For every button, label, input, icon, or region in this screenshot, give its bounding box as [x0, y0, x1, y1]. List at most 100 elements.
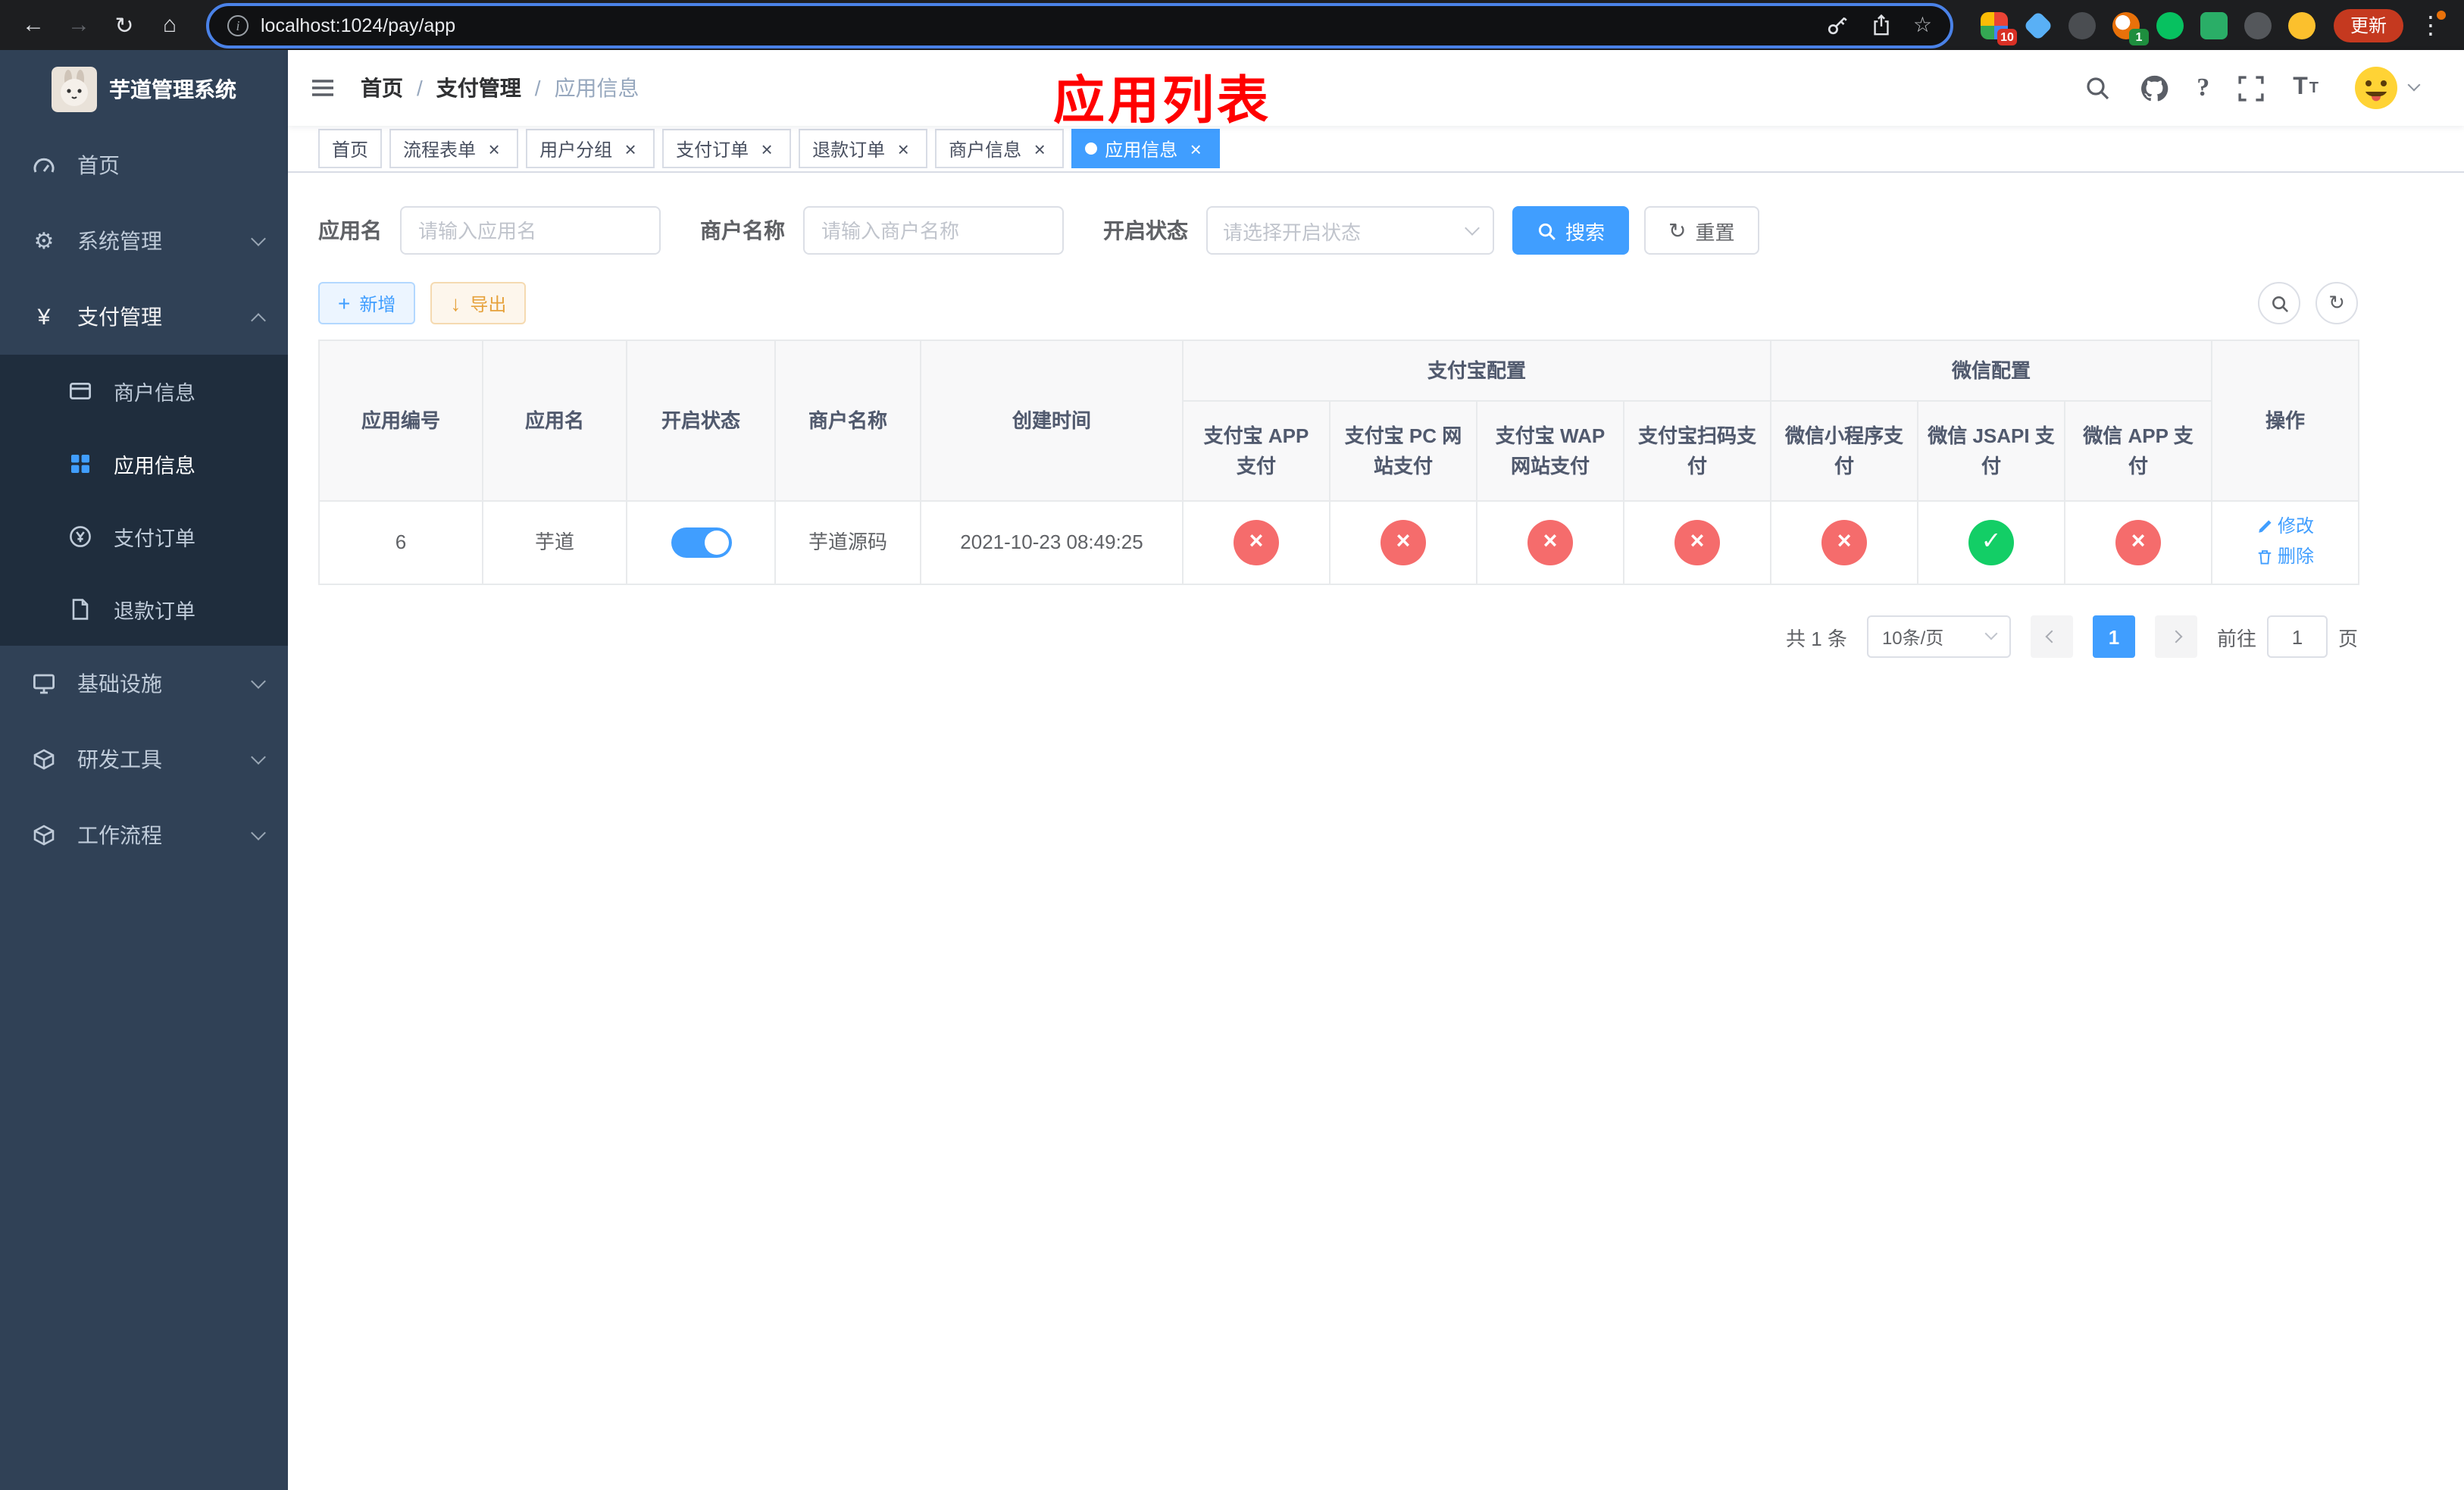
toggle-search-button[interactable]: [2258, 282, 2300, 324]
goto-page: 前往 页: [2217, 615, 2358, 658]
reset-button[interactable]: ↻ 重置: [1644, 206, 1759, 255]
active-dot: [1085, 142, 1098, 155]
tab-user-group[interactable]: 用户分组 ×: [526, 129, 655, 168]
browser-menu-icon[interactable]: ⋮: [2412, 7, 2449, 43]
cell-alipay-wap: ×: [1476, 500, 1624, 585]
sidebar-item-label: 支付管理: [77, 305, 162, 329]
tab-app-info[interactable]: 应用信息 ×: [1071, 129, 1221, 168]
gear-icon: ⚙: [33, 229, 55, 255]
current-page-button[interactable]: 1: [2092, 615, 2135, 658]
extension-icon-5[interactable]: [2156, 11, 2184, 39]
goto-label: 前往: [2216, 627, 2256, 650]
close-icon[interactable]: ×: [756, 138, 777, 159]
app-name-input[interactable]: [400, 206, 661, 255]
font-size-glyph: T: [2293, 74, 2308, 100]
filter-form: 应用名 商户名称 开启状态 请选择开启状态 搜索: [318, 206, 2358, 255]
extension-icon-8[interactable]: [2287, 11, 2315, 39]
status-select[interactable]: 请选择开启状态: [1206, 206, 1494, 255]
app-table: 应用编号 应用名 开启状态 商户名称 创建时间 支付宝配置 微信配置 操作 支付…: [318, 340, 2360, 585]
sidebar-item-payment[interactable]: ¥ 支付管理: [0, 279, 288, 355]
enabled-switch[interactable]: [671, 527, 731, 559]
table-tools: ↻: [2258, 282, 2358, 324]
sidebar-item-merchant-info[interactable]: 商户信息: [0, 355, 288, 427]
share-icon[interactable]: [1869, 13, 1893, 37]
breadcrumb-separator: /: [534, 76, 541, 100]
fullscreen-icon[interactable]: [2238, 75, 2264, 101]
github-icon[interactable]: [2139, 74, 2168, 102]
table-row: 6 芋道 芋道源码 2021-10-23 08:49:25 × × × × × …: [318, 500, 2360, 585]
close-icon[interactable]: ×: [1029, 138, 1050, 159]
breadcrumb-payment[interactable]: 支付管理: [436, 73, 521, 103]
next-page-button[interactable]: [2154, 615, 2197, 658]
export-button-label: 导出: [470, 293, 507, 315]
extension-icon-4[interactable]: 1: [2112, 11, 2149, 45]
back-icon[interactable]: ←: [15, 7, 52, 43]
sidebar-item-infrastructure[interactable]: 基础设施: [0, 646, 288, 722]
pagination: 共 1 条 10条/页 1 前往 页: [318, 615, 2358, 658]
breadcrumb-home[interactable]: 首页: [361, 73, 403, 103]
url-text[interactable]: localhost:1024/pay/app: [261, 14, 1813, 36]
sidebar-item-app-info[interactable]: 应用信息: [0, 427, 288, 500]
trash-icon: [2258, 549, 2272, 564]
tab-merchant-info[interactable]: 商户信息 ×: [935, 129, 1065, 168]
goto-page-input[interactable]: [2266, 615, 2328, 658]
sidebar-item-system[interactable]: ⚙ 系统管理: [0, 203, 288, 279]
extension-icon-2[interactable]: [2023, 10, 2053, 40]
box-icon: [30, 747, 58, 772]
credit-card-icon: [67, 379, 94, 403]
edit-link[interactable]: 修改: [2256, 512, 2314, 540]
password-key-icon[interactable]: [1825, 13, 1850, 37]
close-icon[interactable]: ×: [1185, 138, 1206, 159]
tab-pay-order[interactable]: 支付订单 ×: [662, 129, 792, 168]
site-info-icon[interactable]: i: [227, 14, 249, 36]
tab-refund-order[interactable]: 退款订单 ×: [799, 129, 928, 168]
page-size-select[interactable]: 10条/页: [1866, 615, 2011, 658]
address-bar[interactable]: i localhost:1024/pay/app ☆: [206, 2, 1953, 48]
reload-icon[interactable]: ↻: [106, 7, 142, 43]
help-icon[interactable]: ?: [2197, 73, 2209, 103]
close-icon[interactable]: ×: [483, 138, 505, 159]
search-icon[interactable]: [2083, 74, 2110, 102]
close-icon[interactable]: ×: [620, 138, 641, 159]
status-cross-icon: ×: [1234, 520, 1279, 565]
forward-icon[interactable]: →: [61, 7, 97, 43]
extension-icon-6[interactable]: [2200, 11, 2228, 39]
sidebar-item-label: 研发工具: [77, 747, 162, 772]
tab-home[interactable]: 首页: [318, 129, 383, 168]
chevron-down-icon: [251, 825, 266, 840]
add-button[interactable]: + 新增: [318, 282, 416, 324]
home-icon[interactable]: ⌂: [152, 7, 188, 43]
sidebar-item-pay-order[interactable]: 支付订单: [0, 500, 288, 573]
cell-alipay-app: ×: [1182, 500, 1330, 585]
font-size-icon[interactable]: TT: [2293, 74, 2319, 102]
col-app-id: 应用编号: [318, 340, 483, 502]
refresh-table-button[interactable]: ↻: [2315, 282, 2358, 324]
sidebar-item-label: 首页: [77, 153, 120, 177]
pagination-total: 共 1 条: [1786, 627, 1847, 650]
cell-alipay-pc: ×: [1329, 500, 1477, 585]
app-logo[interactable]: 芋道管理系统: [0, 50, 288, 127]
extension-icon-3[interactable]: [2068, 11, 2096, 39]
search-button[interactable]: 搜索: [1512, 206, 1630, 255]
sidebar-item-dev-tools[interactable]: 研发工具: [0, 722, 288, 797]
merchant-name-input[interactable]: [803, 206, 1064, 255]
avatar-emoji-image: [2355, 67, 2397, 109]
bookmark-star-icon[interactable]: ☆: [1913, 12, 1932, 38]
user-avatar[interactable]: [2353, 65, 2421, 111]
export-button[interactable]: ↓ 导出: [430, 282, 527, 324]
sidebar-item-home[interactable]: 首页: [0, 127, 288, 203]
extension-icon-7[interactable]: [2244, 11, 2272, 39]
prev-page-button[interactable]: [2030, 615, 2073, 658]
sidebar-menu: 首页 ⚙ 系统管理 ¥ 支付管理 商户信息 应用信息 支付订单 退款订单 基础设…: [0, 127, 288, 873]
extension-icon-1[interactable]: 10: [1980, 11, 2017, 45]
tab-process-form[interactable]: 流程表单 ×: [389, 129, 519, 168]
browser-update-button[interactable]: 更新: [2333, 8, 2403, 42]
status-cross-icon: ×: [1527, 520, 1573, 565]
sidebar-item-refund-order[interactable]: 退款订单: [0, 573, 288, 646]
col-wechat-app: 微信 APP 支付: [2064, 400, 2213, 502]
sidebar-item-workflow[interactable]: 工作流程: [0, 797, 288, 873]
col-alipay-qr: 支付宝扫码支付: [1622, 400, 1772, 502]
sidebar-toggle-icon[interactable]: [309, 74, 336, 102]
close-icon[interactable]: ×: [893, 138, 914, 159]
delete-link[interactable]: 删除: [2256, 543, 2314, 570]
